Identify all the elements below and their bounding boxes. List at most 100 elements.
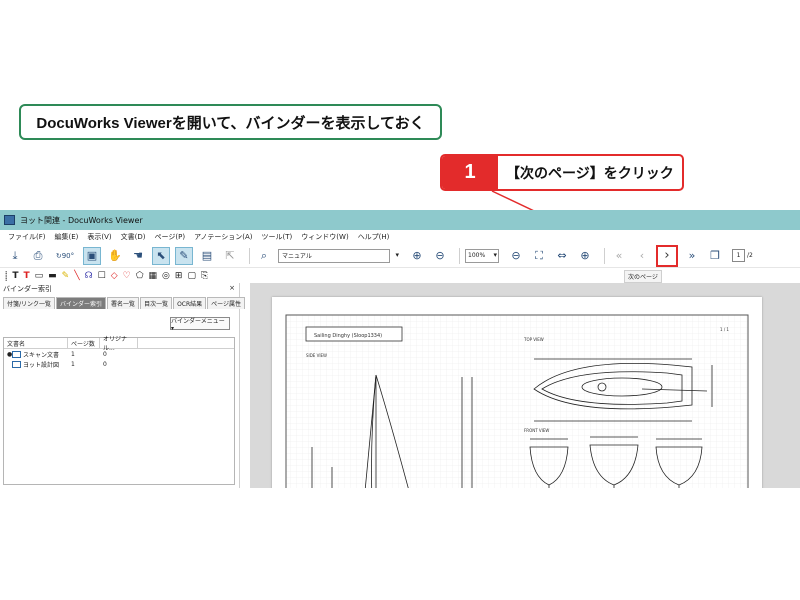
annotation-icon[interactable]: ✎ xyxy=(175,246,193,265)
select-icon[interactable]: ⬉ xyxy=(152,246,170,265)
drawing-title: Sailing Dinghy (Sloop1334) xyxy=(314,333,382,339)
drawing-page-number: 1 / 1 xyxy=(720,327,729,332)
polygon-icon[interactable]: ⬠ xyxy=(136,271,144,281)
tab-sticky-links[interactable]: 付箋/リンク一覧 xyxy=(3,297,56,309)
menu-document[interactable]: 文書(D) xyxy=(121,232,146,242)
rotate-label: 90° xyxy=(61,251,75,260)
document-icon xyxy=(12,350,21,358)
page-count-cell: 1 xyxy=(71,360,75,368)
zoom-mode-select[interactable]: マニュアル xyxy=(278,248,399,263)
heart-icon[interactable]: ♡ xyxy=(123,271,131,281)
boat-drawing: Sailing Dinghy (Sloop1334) 1 / 1 SIDE VI… xyxy=(285,314,749,488)
binder-panel: バインダー索引 × 付箋/リンク一覧 バインダー索引 署名一覧 目次一覧 OCR… xyxy=(0,283,246,488)
rotate-button[interactable]: ↻ 90° xyxy=(52,247,78,265)
sticky-note-icon[interactable]: ▢ xyxy=(187,271,196,281)
binder-menu-button[interactable]: バインダーメニュー ▾ xyxy=(170,317,230,332)
text-cursor-icon[interactable]: ⸽ xyxy=(5,269,7,282)
search-icon[interactable]: ⌕ xyxy=(255,247,273,265)
page-count-cell: 1 xyxy=(71,350,75,358)
front-view-label: FRONT VIEW xyxy=(524,428,549,433)
document-page: Sailing Dinghy (Sloop1334) 1 / 1 SIDE VI… xyxy=(272,297,762,488)
side-view-label: SIDE VIEW xyxy=(306,353,327,358)
tab-ocr-results[interactable]: OCR結果 xyxy=(173,297,207,309)
prev-page-icon[interactable]: ‹ xyxy=(633,247,651,265)
document-list-header: 文書名 ページ数 オリジナル... xyxy=(4,336,234,352)
menu-edit[interactable]: 編集(E) xyxy=(55,232,79,242)
menu-view[interactable]: 表示(V) xyxy=(87,232,111,242)
document-view[interactable]: Sailing Dinghy (Sloop1334) 1 / 1 SIDE VI… xyxy=(250,283,800,488)
instruction-text: DocuWorks Viewerを開いて、バインダーを表示しておく xyxy=(36,114,425,132)
column-header-original[interactable]: オリジナル... xyxy=(100,336,138,352)
step-callout: 1 【次のページ】をクリック xyxy=(440,154,684,191)
app-icon xyxy=(4,215,15,225)
fit-page-icon[interactable]: ⛶ xyxy=(530,247,548,265)
page-total: /2 xyxy=(747,252,753,259)
single-page-icon[interactable]: ▣ xyxy=(83,246,101,265)
attach-icon[interactable]: ⎘ xyxy=(201,271,208,281)
last-page-icon[interactable]: » xyxy=(683,247,701,265)
title-bar: ヨット関連 - DocuWorks Viewer xyxy=(0,210,800,230)
column-header-pages[interactable]: ページ数 xyxy=(68,338,100,348)
pen-icon[interactable]: ╲ xyxy=(74,271,79,281)
prev-page-glyph: ‹ xyxy=(639,249,645,262)
freehand-icon[interactable]: ☊ xyxy=(85,271,93,281)
line-tool-icon[interactable]: ▭ xyxy=(35,271,44,281)
print-icon[interactable]: ⎙ xyxy=(29,247,47,265)
zoom-percent-select[interactable]: 100% xyxy=(465,248,499,263)
app-window: ヨット関連 - DocuWorks Viewer ファイル(F) 編集(E) 表… xyxy=(0,210,800,488)
marker-tool-icon[interactable]: ▬ xyxy=(48,271,57,281)
page-layout-icon[interactable]: ❐ xyxy=(706,247,724,265)
original-cell: 0 xyxy=(103,360,107,368)
seal-icon[interactable]: ◎ xyxy=(162,271,170,281)
grab-icon[interactable]: ☚ xyxy=(129,247,147,265)
highlighter-icon[interactable]: ✎ xyxy=(62,271,70,281)
fit-width-icon[interactable]: ⇔ xyxy=(553,247,571,265)
page-current: 1 xyxy=(736,252,741,259)
next-page-button[interactable]: › xyxy=(656,244,678,267)
text-red-tool-icon[interactable]: T xyxy=(23,271,29,281)
image-icon[interactable]: ▦ xyxy=(149,271,158,281)
save-icon[interactable]: ⤓ xyxy=(6,247,24,265)
menu-window[interactable]: ウィンドウ(W) xyxy=(301,232,348,242)
window-title: ヨット関連 - DocuWorks Viewer xyxy=(20,215,143,225)
zoom-out-icon[interactable]: ⊖ xyxy=(431,247,449,265)
menu-tools[interactable]: ツール(T) xyxy=(262,232,293,242)
document-name-cell: ● スキャン文書 xyxy=(4,350,68,359)
document-name: ヨット設計図 xyxy=(23,361,60,369)
export-icon[interactable]: ⇱ xyxy=(221,247,239,265)
hand-icon[interactable]: ✋ xyxy=(106,247,124,265)
close-icon[interactable]: × xyxy=(229,284,235,292)
next-page-tooltip: 次のページ xyxy=(624,270,662,283)
first-page-icon[interactable]: « xyxy=(610,247,628,265)
zoom-in-small-icon[interactable]: ⊕ xyxy=(576,247,594,265)
menu-file[interactable]: ファイル(F) xyxy=(8,232,46,242)
main-toolbar: ⤓ ⎙ ↻90° ▣ ✋ ☚ ⬉ ✎ ▤ ⇱ ⌕ マニュアル ⊕ ⊖ 100% … xyxy=(0,244,800,268)
tab-signatures[interactable]: 署名一覧 xyxy=(107,297,140,309)
stamp-icon[interactable]: ☐ xyxy=(98,271,106,281)
tab-page-attributes[interactable]: ページ属性 xyxy=(207,297,246,309)
menu-bar: ファイル(F) 編集(E) 表示(V) 文書(D) ページ(P) アノテーション… xyxy=(0,230,800,244)
menu-annotation[interactable]: アノテーション(A) xyxy=(194,232,252,242)
zoom-in-icon[interactable]: ⊕ xyxy=(408,247,426,265)
link-icon[interactable]: ⊞ xyxy=(175,271,183,281)
column-header-name[interactable]: 文書名 xyxy=(4,338,68,348)
top-view-label: TOP VIEW xyxy=(523,337,544,342)
document-name: スキャン文書 xyxy=(23,351,60,359)
shape-icon[interactable]: ◇ xyxy=(111,271,118,281)
menu-help[interactable]: ヘルプ(H) xyxy=(358,232,390,242)
next-page-icon: › xyxy=(664,248,670,263)
panel-tabs: 付箋/リンク一覧 バインダー索引 署名一覧 目次一覧 OCR結果 ページ属性 xyxy=(0,297,246,309)
zoom-out-small-icon[interactable]: ⊖ xyxy=(507,247,525,265)
document-list: 文書名 ページ数 オリジナル... ● スキャン文書 1 0 ヨット設計図 1 … xyxy=(3,336,235,485)
annotation-toolbar: ⸽ T T ▭ ▬ ✎ ╲ ☊ ☐ ◇ ♡ ⬠ ▦ ◎ ⊞ ▢ ⎘ xyxy=(0,268,800,283)
tab-binder-index[interactable]: バインダー索引 xyxy=(56,297,107,309)
menu-page[interactable]: ページ(P) xyxy=(155,232,186,242)
binder-icon[interactable]: ▤ xyxy=(198,247,216,265)
text-tool-icon[interactable]: T xyxy=(12,271,18,281)
table-row[interactable]: ● スキャン文書 1 0 xyxy=(4,349,234,359)
step-number: 1 xyxy=(442,156,498,189)
toolbar-separator xyxy=(459,247,460,264)
table-row[interactable]: ヨット設計図 1 0 xyxy=(4,359,234,369)
page-number-input[interactable]: 1 xyxy=(732,249,745,262)
tab-toc[interactable]: 目次一覧 xyxy=(140,297,173,309)
